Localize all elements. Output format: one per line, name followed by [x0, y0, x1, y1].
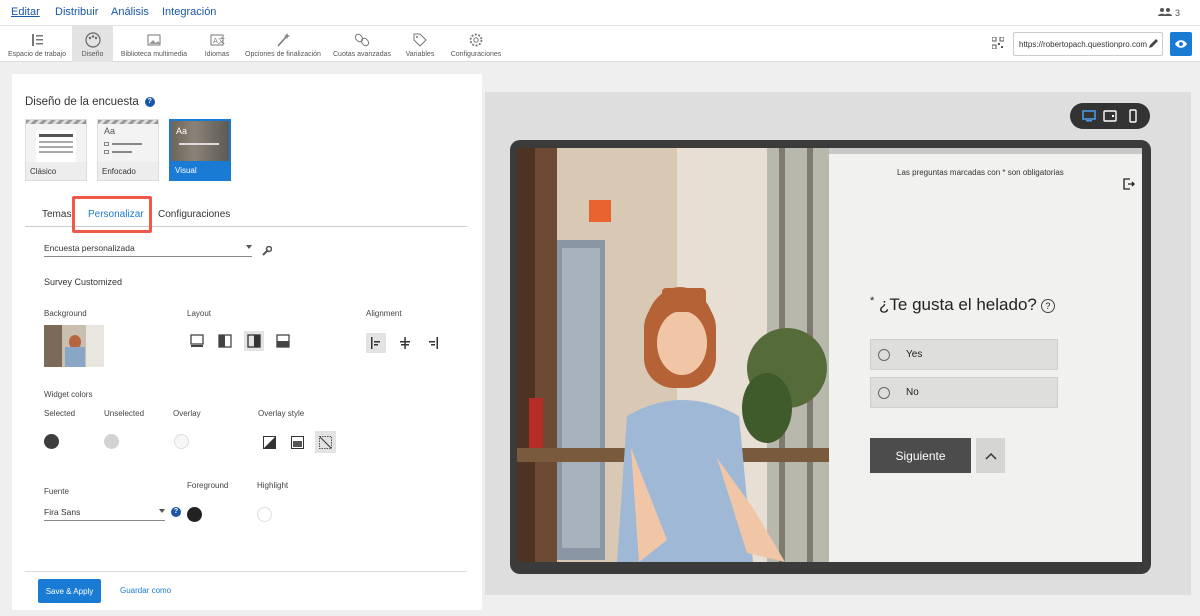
- survey-background-image: [517, 148, 829, 562]
- edit-url-icon[interactable]: [1148, 38, 1159, 49]
- align-left-icon[interactable]: [366, 333, 386, 353]
- divider: [25, 571, 467, 572]
- tab-integracion[interactable]: Integración: [162, 6, 216, 18]
- help-icon[interactable]: ?: [144, 96, 155, 107]
- selected-label: Selected: [44, 409, 76, 418]
- toolbar-design[interactable]: Diseño: [72, 26, 113, 62]
- background-thumbnail[interactable]: [44, 325, 104, 367]
- chain-icon: [354, 33, 370, 47]
- survey-preview: Las preguntas marcadas con * son obligat…: [517, 148, 1142, 562]
- required-note: Las preguntas marcadas con * son obligat…: [897, 168, 1064, 177]
- qr-code-icon[interactable]: [992, 37, 1004, 49]
- svg-text:文: 文: [218, 36, 225, 45]
- toolbar-media-library[interactable]: Biblioteca multimedia: [119, 26, 189, 62]
- survey-url-field[interactable]: https://robertopach.questionpro.com: [1013, 32, 1163, 56]
- eye-icon: [1175, 40, 1187, 48]
- overlay-style-label: Overlay style: [258, 409, 305, 418]
- previous-button[interactable]: [976, 438, 1005, 473]
- selected-color-swatch[interactable]: [44, 434, 59, 449]
- tablet-icon[interactable]: [1103, 109, 1117, 123]
- option-yes[interactable]: Yes: [870, 339, 1058, 370]
- font-label: Fuente: [44, 487, 69, 496]
- subtab-temas[interactable]: Temas: [42, 209, 71, 220]
- toolbar-settings[interactable]: Configuraciones: [450, 26, 502, 62]
- device-toggle: [1070, 103, 1150, 129]
- option-no[interactable]: No: [870, 377, 1058, 408]
- preview-button[interactable]: [1170, 32, 1192, 56]
- overlay-color-swatch[interactable]: [174, 434, 189, 449]
- overlay-style-solid-icon[interactable]: [261, 434, 277, 450]
- tab-editar[interactable]: Editar: [11, 6, 40, 18]
- overlay-style-pattern-icon[interactable]: [289, 434, 305, 450]
- widget-colors-label: Widget colors: [44, 390, 93, 399]
- gear-icon: [469, 33, 483, 47]
- tag-icon: [413, 33, 427, 47]
- toolbar-workspace[interactable]: Espacio de trabajo: [6, 26, 68, 62]
- background-label: Background: [44, 309, 87, 318]
- layout-full-icon[interactable]: [189, 333, 205, 349]
- align-right-icon[interactable]: [425, 335, 441, 351]
- layout-label: Layout: [187, 309, 212, 318]
- save-as-link[interactable]: Guardar como: [120, 586, 171, 595]
- font-help-icon[interactable]: ?: [171, 507, 181, 517]
- template-focused[interactable]: Aa Enfocado: [97, 119, 159, 181]
- palette-icon: [84, 32, 101, 48]
- radio-icon: [878, 349, 890, 361]
- radio-icon: [878, 387, 890, 399]
- subtab-configuraciones[interactable]: Configuraciones: [158, 209, 230, 220]
- languages-icon: A文: [210, 34, 225, 46]
- exit-icon[interactable]: [1123, 178, 1135, 190]
- users-icon: [1158, 8, 1173, 16]
- top-nav: Editar Distribuir Análisis Integración 3: [0, 0, 1200, 26]
- required-asterisk: *: [870, 295, 875, 307]
- foreground-color-swatch[interactable]: [187, 507, 202, 522]
- layout-bottom-icon[interactable]: [275, 333, 291, 349]
- next-button[interactable]: Siguiente: [870, 438, 971, 473]
- align-center-icon[interactable]: [397, 335, 413, 351]
- alignment-label: Alignment: [366, 309, 402, 318]
- design-title: Diseño de la encuesta?: [25, 96, 155, 108]
- foreground-label: Foreground: [187, 481, 229, 490]
- unselected-label: Unselected: [104, 409, 145, 418]
- highlight-box: [72, 196, 152, 233]
- highlight-label: Highlight: [257, 481, 289, 490]
- unselected-color-swatch[interactable]: [104, 434, 119, 449]
- mobile-icon[interactable]: [1126, 109, 1140, 123]
- magic-wand-icon: [277, 33, 290, 47]
- users-count: 3: [1174, 8, 1180, 18]
- template-visual[interactable]: Aa Visual: [169, 119, 231, 181]
- toolbar-finish-options[interactable]: Opciones de finalización: [245, 26, 321, 62]
- font-select[interactable]: Fira Sans: [44, 507, 165, 521]
- wrench-icon[interactable]: [261, 246, 272, 257]
- overlay-style-none-icon[interactable]: [315, 431, 336, 453]
- question-text: * ¿Te gusta el helado??: [870, 295, 1055, 315]
- collaborators[interactable]: 3: [1158, 7, 1180, 18]
- theme-select[interactable]: Encuesta personalizada: [44, 243, 252, 257]
- layout-left-icon[interactable]: [217, 333, 233, 349]
- toolbar-variables[interactable]: Variables: [403, 26, 437, 62]
- chevron-up-icon: [984, 452, 997, 460]
- tab-analisis[interactable]: Análisis: [111, 6, 149, 18]
- question-help-icon[interactable]: ?: [1040, 298, 1055, 313]
- section-title: Survey Customized: [44, 277, 123, 287]
- image-icon: [147, 34, 161, 46]
- highlight-color-swatch[interactable]: [257, 507, 272, 522]
- save-apply-button[interactable]: Save & Apply: [38, 579, 101, 603]
- layout-right-icon[interactable]: [244, 331, 264, 351]
- toolbar-languages[interactable]: A文 Idiomas: [200, 26, 234, 62]
- dropdown-arrow-icon: [246, 245, 252, 249]
- overlay-label: Overlay: [173, 409, 201, 418]
- workspace-icon: [32, 34, 43, 46]
- template-classic[interactable]: Clásico: [25, 119, 87, 181]
- desktop-icon[interactable]: [1082, 109, 1096, 123]
- dropdown-arrow-icon: [159, 509, 165, 513]
- tab-distribuir[interactable]: Distribuir: [55, 6, 98, 18]
- toolbar-advanced-quotas[interactable]: Cuotas avanzadas: [333, 26, 391, 62]
